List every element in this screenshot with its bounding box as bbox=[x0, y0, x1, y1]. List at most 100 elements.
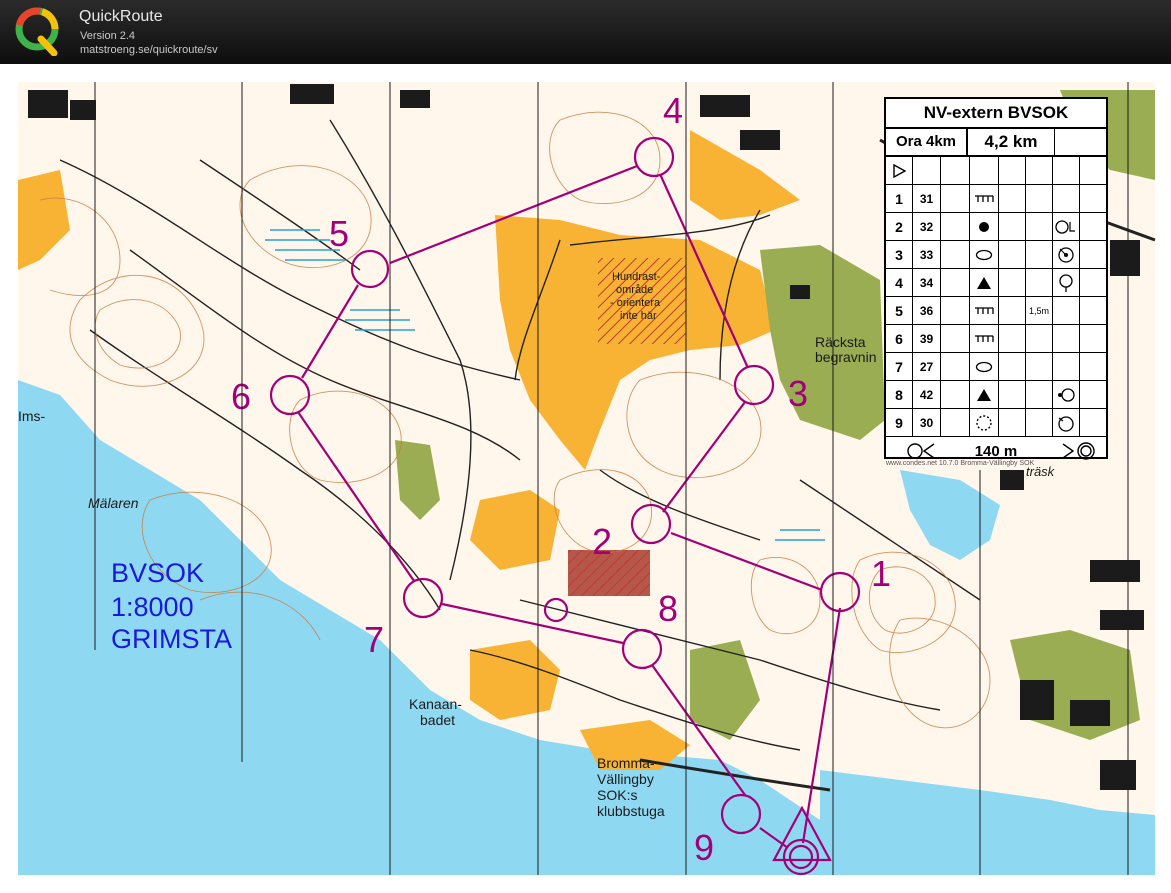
dot-icon bbox=[970, 213, 999, 240]
label-hundrast-2: område bbox=[616, 284, 653, 296]
label-bromma-3: SOK:s bbox=[597, 787, 637, 803]
row-number: 8 bbox=[886, 381, 913, 408]
row-col-e bbox=[999, 409, 1026, 436]
row-col-c bbox=[941, 381, 970, 408]
description-row: 6 39 bbox=[886, 325, 1106, 353]
map-canvas[interactable]: 1 2 3 4 5 6 7 8 9 Hundrast- område - ori… bbox=[0, 64, 1171, 893]
row-col-h bbox=[1080, 353, 1106, 380]
control-number-9: 9 bbox=[694, 827, 714, 868]
row-number: 1 bbox=[886, 185, 913, 212]
description-row: 2 32 bbox=[886, 213, 1106, 241]
control-number-1: 1 bbox=[871, 553, 891, 594]
row-col-c bbox=[941, 409, 970, 436]
row-col-g bbox=[1053, 325, 1080, 352]
dotted-circle-icon bbox=[970, 409, 999, 436]
triangle-icon bbox=[970, 381, 999, 408]
finish-start-icon bbox=[907, 443, 935, 459]
row-extra bbox=[1026, 269, 1053, 296]
row-code: 33 bbox=[913, 241, 941, 268]
ditch-icon bbox=[970, 185, 999, 212]
row-extra bbox=[1026, 241, 1053, 268]
row-col-e bbox=[999, 269, 1026, 296]
row-extra bbox=[1026, 381, 1053, 408]
row-code: 34 bbox=[913, 269, 941, 296]
row-number: 2 bbox=[886, 213, 913, 240]
row-number: 6 bbox=[886, 325, 913, 352]
row-extra bbox=[1026, 325, 1053, 352]
map-club-label: BVSOK bbox=[111, 558, 204, 588]
row-col-e bbox=[999, 213, 1026, 240]
description-row: 8 42 bbox=[886, 381, 1106, 409]
ellipse-icon bbox=[970, 241, 999, 268]
row-col-e bbox=[999, 353, 1026, 380]
circle-tail-icon bbox=[1053, 269, 1080, 296]
ditch-icon bbox=[970, 325, 999, 352]
start-row bbox=[886, 157, 1106, 185]
description-row: 7 27 bbox=[886, 353, 1106, 381]
row-col-c bbox=[941, 297, 970, 324]
label-kanaan-2: badet bbox=[420, 712, 455, 728]
arc-circle-icon bbox=[1053, 409, 1080, 436]
label-hundrast-1: Hundrast- bbox=[612, 271, 661, 283]
label-bromma-2: Vällingby bbox=[597, 771, 654, 787]
label-malaren: Mälaren bbox=[88, 495, 139, 511]
ditch-icon bbox=[970, 297, 999, 324]
row-number: 4 bbox=[886, 269, 913, 296]
label-hundrast-3: - orientera bbox=[610, 297, 661, 309]
row-code: 36 bbox=[913, 297, 941, 324]
row-col-c bbox=[941, 241, 970, 268]
row-code: 30 bbox=[913, 409, 941, 436]
row-col-c bbox=[941, 213, 970, 240]
event-title: NV-extern BVSOK bbox=[886, 99, 1106, 129]
description-row: 1 31 bbox=[886, 185, 1106, 213]
label-hundrast-4: inte här bbox=[620, 310, 657, 322]
control-number-4: 4 bbox=[663, 90, 683, 131]
label-bromma-4: klubbstuga bbox=[597, 803, 665, 819]
row-code: 42 bbox=[913, 381, 941, 408]
app-title: QuickRoute bbox=[79, 8, 163, 25]
control-number-7: 7 bbox=[364, 619, 384, 660]
label-ims: Ims- bbox=[18, 408, 46, 424]
row-col-g bbox=[1053, 353, 1080, 380]
row-col-g bbox=[1053, 185, 1080, 212]
row-extra bbox=[1026, 409, 1053, 436]
row-col-c bbox=[941, 269, 970, 296]
description-row: 4 34 bbox=[886, 269, 1106, 297]
row-code: 31 bbox=[913, 185, 941, 212]
row-col-h bbox=[1080, 241, 1106, 268]
row-extra bbox=[1026, 185, 1053, 212]
course-length: 4,2 km bbox=[968, 129, 1055, 155]
row-col-e bbox=[999, 297, 1026, 324]
control-description-sheet: NV-extern BVSOK Ora 4km 4,2 km 1 31 2 32 3 33… bbox=[884, 97, 1108, 460]
description-rows: 1 31 2 32 3 33 4 34 5 36 1,5m 6 39 7 27 8 42 9 30 bbox=[886, 185, 1106, 437]
label-bromma-1: Bromma- bbox=[597, 755, 655, 771]
row-extra bbox=[1026, 213, 1053, 240]
row-number: 9 bbox=[886, 409, 913, 436]
description-row: 9 30 bbox=[886, 409, 1106, 437]
row-code: 39 bbox=[913, 325, 941, 352]
row-number: 7 bbox=[886, 353, 913, 380]
finish-distance: 140 m bbox=[974, 442, 1018, 460]
start-symbol-icon bbox=[886, 157, 913, 184]
row-col-h bbox=[1080, 381, 1106, 408]
row-col-e bbox=[999, 381, 1026, 408]
control-number-6: 6 bbox=[231, 376, 251, 417]
map-area-label: GRIMSTA bbox=[111, 624, 232, 654]
row-col-c bbox=[941, 353, 970, 380]
row-col-c bbox=[941, 325, 970, 352]
description-row: 3 33 bbox=[886, 241, 1106, 269]
app-version: Version 2.4 bbox=[80, 30, 136, 42]
quickroute-logo-icon bbox=[15, 7, 59, 56]
finish-circle-icon bbox=[1062, 442, 1095, 460]
row-code: 32 bbox=[913, 213, 941, 240]
dot-circle-icon bbox=[1053, 381, 1080, 408]
copyright-note: www.condes.net 10.7.0 Bromma-Vällingby S… bbox=[886, 460, 1035, 467]
control-number-2: 2 bbox=[592, 521, 612, 562]
description-row: 5 36 1,5m bbox=[886, 297, 1106, 325]
row-col-e bbox=[999, 241, 1026, 268]
row-col-g bbox=[1053, 297, 1080, 324]
row-col-h bbox=[1080, 213, 1106, 240]
triangle-icon bbox=[970, 269, 999, 296]
course-class: Ora 4km bbox=[886, 129, 968, 155]
ol-icon bbox=[1053, 213, 1080, 240]
